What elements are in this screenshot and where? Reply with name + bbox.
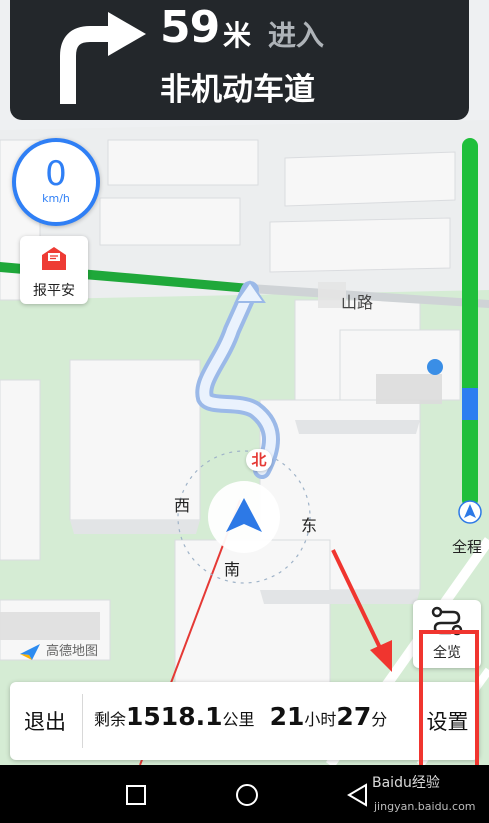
turn-action: 进入: [268, 19, 325, 52]
remaining-minutes: 27: [336, 702, 372, 731]
remaining-hours-unit: 小时: [304, 710, 337, 729]
next-road-name: 非机动车道: [160, 72, 315, 108]
traffic-bar-current-segment: [462, 388, 478, 420]
home-icon[interactable]: [235, 783, 259, 807]
compass-south-label: 南: [224, 560, 241, 579]
remaining-minutes-unit: 分: [371, 710, 388, 729]
envelope-icon: [42, 247, 66, 270]
speedometer: 0 km/h: [12, 138, 100, 226]
remaining-prefix: 剩余: [94, 710, 127, 729]
amap-logo-icon: [20, 643, 40, 660]
watermark-brand: Baidu经验: [372, 775, 440, 791]
speed-value: 0: [45, 154, 67, 194]
compass-east-label: 东: [301, 516, 318, 535]
recent-apps-icon[interactable]: [124, 783, 148, 807]
traffic-progress-bar: [462, 138, 478, 508]
full-route-label[interactable]: 全程: [452, 536, 482, 557]
report-safe-button[interactable]: 报平安: [20, 236, 88, 304]
speed-unit: km/h: [42, 192, 70, 205]
location-arrow-icon: [226, 498, 262, 532]
remaining-info: 剩余1518.1公里 21小时27分: [94, 702, 387, 731]
back-icon[interactable]: [346, 783, 370, 807]
exit-button[interactable]: 退出: [10, 682, 80, 760]
turn-distance: 59: [160, 2, 220, 53]
bottom-info-bar: 退出 剩余1518.1公里 21小时27分 设置: [10, 682, 479, 760]
turn-distance-unit: 米: [223, 19, 252, 52]
remaining-distance-unit: 公里: [222, 710, 255, 729]
divider: [82, 694, 83, 748]
report-safe-label: 报平安: [33, 283, 75, 299]
turn-right-arrow-icon: [60, 12, 146, 104]
amap-logo: 高德地图: [18, 640, 98, 662]
road-label: 山路: [341, 293, 374, 312]
remaining-distance: 1518.1: [126, 702, 223, 731]
watermark-url: jingyan.baidu.com: [374, 800, 476, 813]
position-marker-icon: [458, 500, 482, 524]
amap-logo-text: 高德地图: [46, 644, 99, 659]
remaining-hours: 21: [269, 702, 305, 731]
compass-north-badge: 北: [246, 449, 272, 471]
compass-west-label: 西: [174, 496, 191, 515]
navigation-guidance-panel: 59 米 进入 非机动车道: [10, 0, 469, 120]
